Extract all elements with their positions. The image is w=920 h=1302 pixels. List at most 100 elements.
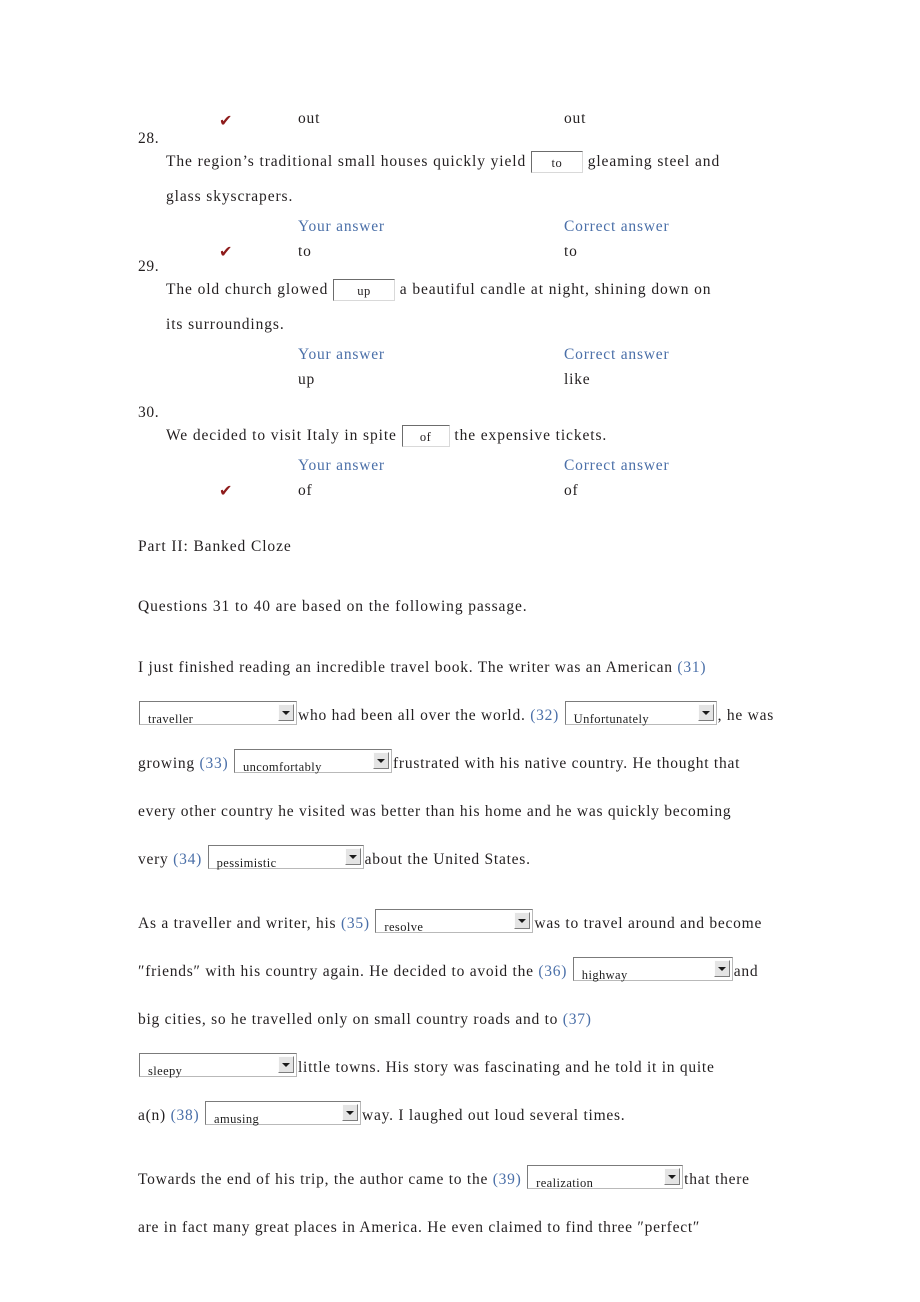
p1-text-7: very — [138, 851, 174, 868]
p2-text-1: As a traveller and writer, his — [138, 915, 341, 932]
q29-your-answer-value: up — [298, 371, 316, 388]
p2-text-6: little towns. His story was fascinating … — [298, 1059, 715, 1076]
q30-your-answer-label: Your answer — [298, 457, 385, 474]
q30-correct-check-icon: ✔ — [218, 481, 233, 500]
p1-text-8: about the United States. — [364, 851, 531, 868]
p2-text-2: was to travel around and become — [534, 915, 763, 932]
select-39-value: realization — [536, 1176, 594, 1191]
q28-answer-input[interactable]: to — [530, 151, 583, 173]
q28-top-answer-row: ✔ out out — [138, 108, 874, 130]
select-38-value: amusing — [214, 1112, 260, 1127]
exam-review-page: ✔ out out 28. The region’s traditional s… — [0, 0, 920, 1302]
p1-text-1: I just finished reading an incredible tr… — [138, 659, 678, 676]
question-block-29: 29. The old church glowed up a beautiful… — [138, 258, 874, 404]
p1-text-4: growing — [138, 755, 200, 772]
paragraph-gap-2 — [138, 1140, 874, 1156]
q28-line-1: The region’s traditional small houses qu… — [166, 144, 874, 179]
q29-line-1: The old church glowed up a beautiful can… — [166, 272, 874, 307]
p3-text-1: Towards the end of his trip, the author … — [138, 1171, 493, 1188]
part-instruction: Questions 31 to 40 are based on the foll… — [138, 598, 528, 615]
q30-header-row: Your answer Correct answer — [138, 453, 874, 478]
p2-text-5: big cities, so he travelled only on smal… — [138, 1011, 563, 1028]
blank-number-31: (31) — [677, 659, 707, 676]
q29-answer-input[interactable]: up — [333, 279, 396, 301]
part-heading: Part II: Banked Cloze — [138, 538, 292, 555]
blank-number-35: (35) — [340, 915, 370, 932]
blank-number-36: (36) — [538, 963, 568, 980]
p3-text-2: that there — [684, 1171, 750, 1188]
select-37[interactable]: sleepy — [139, 1053, 297, 1078]
select-33[interactable]: uncomfortably — [234, 749, 392, 774]
q28-line1-post: gleaming steel and — [582, 153, 721, 170]
select-33-value: uncomfortably — [243, 760, 322, 775]
chevron-down-icon[interactable] — [664, 1168, 681, 1186]
q29-text: The old church glowed up a beautiful can… — [138, 272, 874, 342]
select-36[interactable]: highway — [572, 957, 733, 982]
question-block-30: 30. We decided to visit Italy in spite o… — [138, 404, 874, 514]
q29-header-row: Your answer Correct answer — [138, 342, 874, 367]
chevron-down-icon[interactable] — [342, 1104, 359, 1122]
select-31[interactable]: traveller — [139, 701, 297, 726]
select-31-value: traveller — [148, 712, 194, 727]
q29-your-answer-label: Your answer — [298, 346, 385, 363]
chevron-down-icon[interactable] — [278, 704, 294, 722]
q28-top-your-value: out — [298, 110, 321, 127]
question-block-28: ✔ out out 28. The region’s traditional s… — [138, 108, 874, 261]
q28-header-row: Your answer Correct answer — [138, 214, 874, 239]
q30-line1-pre: We decided to visit Italy in spite — [166, 427, 402, 444]
select-39[interactable]: realization — [527, 1165, 684, 1190]
q30-text: We decided to visit Italy in spite of th… — [138, 418, 874, 453]
q30-answer-input[interactable]: of — [401, 425, 450, 447]
blank-number-38: (38) — [170, 1107, 200, 1124]
p2-text-4: and — [733, 963, 759, 980]
q29-line-2: its surroundings. — [166, 316, 285, 333]
blank-number-39: (39) — [492, 1171, 522, 1188]
select-34[interactable]: pessimistic — [207, 845, 364, 870]
cloze-passage: I just finished reading an incredible tr… — [138, 644, 874, 1252]
chevron-down-icon[interactable] — [514, 912, 531, 930]
q28-line-2: glass skyscrapers. — [166, 188, 294, 205]
blank-number-34: (34) — [173, 851, 202, 868]
q29-correct-answer-label: Correct answer — [564, 346, 670, 363]
select-32[interactable]: Unfortunately — [564, 701, 717, 726]
p1-text-6: every other country he visited was bette… — [138, 803, 732, 820]
q30-answer-row: ✔ of of — [138, 478, 874, 503]
q28-top-correct-value: out — [564, 110, 587, 127]
select-32-value: Unfortunately — [573, 712, 649, 727]
p2-text-8: way. I laughed out loud several times. — [362, 1107, 626, 1124]
q28-text: The region’s traditional small houses qu… — [138, 144, 874, 214]
cloze-paragraph-2: As a traveller and writer, his (35) reso… — [138, 900, 874, 1140]
q29-correct-answer-value: like — [564, 371, 591, 388]
q29-line1-pre: The old church glowed — [166, 281, 334, 298]
q30-line1-post: the expensive tickets. — [449, 427, 608, 444]
select-36-value: highway — [581, 968, 628, 983]
q30-correct-answer-value: of — [564, 482, 579, 499]
select-35-value: resolve — [384, 920, 424, 935]
paragraph-gap-1 — [138, 884, 874, 900]
select-38[interactable]: amusing — [205, 1101, 362, 1126]
q30-your-answer-value: of — [298, 482, 313, 499]
p2-text-3: ″friends″ with his country again. He dec… — [138, 963, 539, 980]
chevron-down-icon[interactable] — [697, 704, 714, 722]
p1-text-2: who had been all over the world. — [298, 707, 531, 724]
select-35[interactable]: resolve — [375, 909, 534, 934]
chevron-down-icon[interactable] — [373, 752, 389, 770]
blank-number-33: (33) — [199, 755, 229, 772]
p2-text-7: a(n) — [138, 1107, 171, 1124]
q30-correct-answer-label: Correct answer — [564, 457, 670, 474]
q29-answer-row: up like — [138, 367, 874, 392]
select-34-value: pessimistic — [216, 856, 277, 871]
cloze-paragraph-3: Towards the end of his trip, the author … — [138, 1156, 874, 1252]
p1-text-5: frustrated with his native country. He t… — [393, 755, 741, 772]
blank-number-32: (32) — [530, 707, 560, 724]
chevron-down-icon[interactable] — [278, 1056, 294, 1074]
chevron-down-icon[interactable] — [713, 960, 730, 978]
chevron-down-icon[interactable] — [344, 848, 361, 866]
cloze-paragraph-1: I just finished reading an incredible tr… — [138, 644, 874, 884]
q30-line-1: We decided to visit Italy in spite of th… — [166, 418, 874, 453]
q28-correct-answer-label: Correct answer — [564, 218, 670, 235]
q28-line1-pre: The region’s traditional small houses qu… — [166, 153, 531, 170]
select-37-value: sleepy — [148, 1064, 183, 1079]
q28-your-answer-label: Your answer — [298, 218, 385, 235]
q29-line1-post: a beautiful candle at night, shining dow… — [395, 281, 712, 298]
